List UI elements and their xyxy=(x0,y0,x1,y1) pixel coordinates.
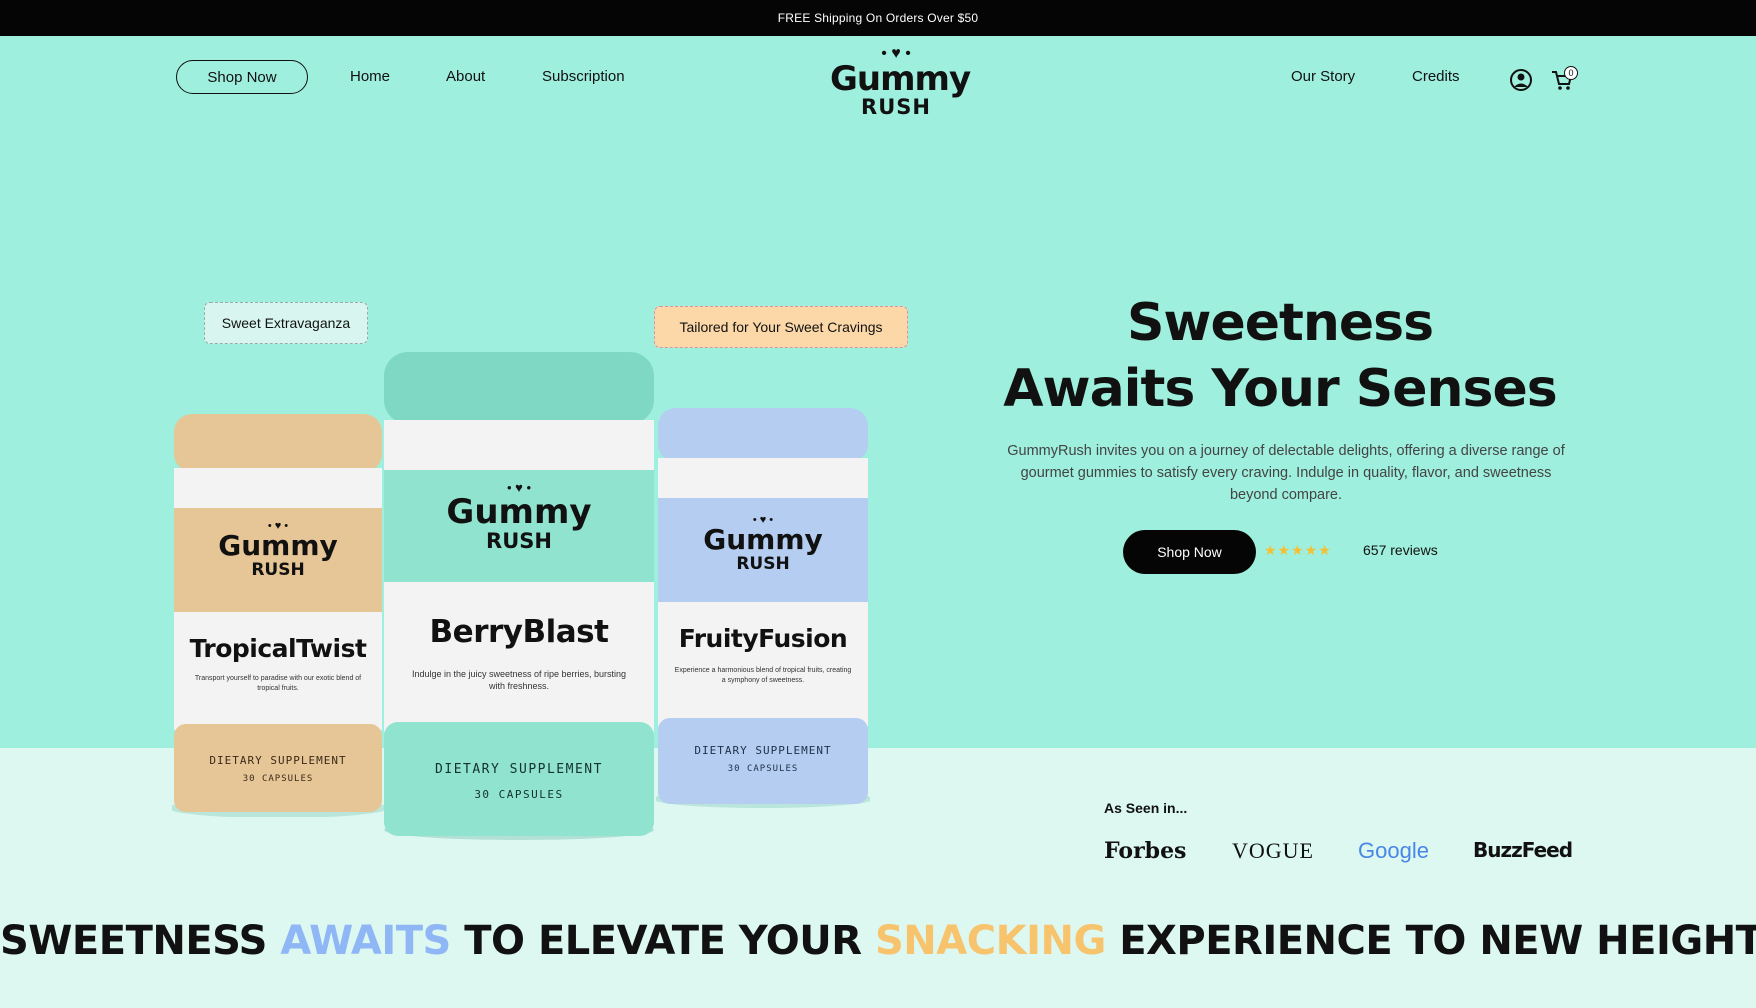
jar-product-desc: Experience a harmonious blend of tropica… xyxy=(674,667,852,684)
product-jar-berry-blast[interactable]: • ♥ • Gummy RUSH BerryBlast Indulge in t… xyxy=(382,350,656,840)
jar-supplement-label: DIETARY SUPPLEMENT xyxy=(209,754,347,767)
jar-logo-rush: RUSH xyxy=(736,554,790,574)
jar-supplement-label: DIETARY SUPPLEMENT xyxy=(694,744,832,757)
jar-logo-rush: RUSH xyxy=(251,560,305,580)
nav-link-about[interactable]: About xyxy=(446,68,485,85)
jar-capsules-label: 30 CAPSULES xyxy=(727,764,799,774)
tagline-part5: EXPERIENCE TO NEW HEIGHTS xyxy=(1105,918,1756,964)
cart-count-badge: 0 xyxy=(1564,66,1578,80)
tagline-snacking: SNACKING xyxy=(875,918,1106,964)
tagline-part1: SWEETNESS xyxy=(0,918,281,964)
jar-logo-gummy: Gummy xyxy=(446,492,592,532)
jar-logo-rush: RUSH xyxy=(486,529,552,553)
tagline-awaits: AWAITS xyxy=(280,918,451,964)
logo-word-gummy: Gummy xyxy=(830,59,971,99)
announcement-text: FREE Shipping On Orders Over $50 xyxy=(777,11,979,25)
google-logo: Google xyxy=(1358,838,1429,863)
forbes-logo: Forbes xyxy=(1104,838,1187,864)
hero-description: GummyRush invites you on a journey of de… xyxy=(1007,443,1565,503)
jar-product-desc: Indulge in the juicy sweetness of ripe b… xyxy=(411,669,627,691)
nav-link-credits[interactable]: Credits xyxy=(1412,68,1460,85)
jar-capsules-label: 30 CAPSULES xyxy=(474,788,564,801)
buzzfeed-logo: BuzzFeed xyxy=(1473,838,1573,862)
jar-logo: • ♥ • Gummy RUSH xyxy=(656,514,870,574)
navbar: Shop Now Home About Subscription • ♥ • G… xyxy=(0,36,1756,146)
product-jar-fruity-fusion[interactable]: • ♥ • Gummy RUSH FruityFusion Experience… xyxy=(653,406,873,808)
hero-title-line2: Awaits Your Senses xyxy=(1003,359,1557,419)
bottom-tagline: SWEETNESS AWAITS TO ELEVATE YOUR SNACKIN… xyxy=(0,918,1756,964)
rating-stars-icon: ★★★★★ xyxy=(1264,542,1332,558)
jar-logo-gummy: Gummy xyxy=(218,529,338,562)
hero-title: Sweetness Awaits Your Senses xyxy=(980,290,1580,422)
nav-link-our-story[interactable]: Our Story xyxy=(1291,68,1355,85)
product-jar-tropical-twist[interactable]: • ♥ • Gummy RUSH TropicalTwist Transport… xyxy=(168,412,388,818)
gummy-rush-logo[interactable]: • ♥ • Gummy RUSH xyxy=(830,46,971,124)
jar-product-desc: Transport yourself to paradise with our … xyxy=(194,675,362,692)
account-icon[interactable] xyxy=(1509,68,1533,92)
logo-word-rush: RUSH xyxy=(861,95,931,119)
jar-logo: • ♥ • Gummy RUSH xyxy=(382,480,656,553)
jar-product-name: TropicalTwist xyxy=(189,634,367,663)
jar-product-name: FruityFusion xyxy=(678,624,848,653)
nav-link-subscription[interactable]: Subscription xyxy=(542,68,625,85)
jar-logo: • ♥ • Gummy RUSH xyxy=(172,520,384,580)
jar-capsules-label: 30 CAPSULES xyxy=(242,774,314,784)
vogue-logo: VOGUE xyxy=(1232,838,1314,863)
jar-product-name: BerryBlast xyxy=(429,614,609,650)
reviews-count[interactable]: 657 reviews xyxy=(1363,542,1438,558)
hero-shop-now-button[interactable]: Shop Now xyxy=(1123,530,1256,574)
tagline-part3: TO ELEVATE YOUR xyxy=(450,918,875,964)
jar-supplement-label: DIETARY SUPPLEMENT xyxy=(435,762,603,777)
tag-sweet-extravaganza: Sweet Extravaganza xyxy=(204,302,368,344)
hero-title-line1: Sweetness xyxy=(1126,293,1434,353)
as-seen-in-heading: As Seen in... xyxy=(1104,800,1188,816)
nav-link-home[interactable]: Home xyxy=(350,68,390,85)
tag-tailored-cravings: Tailored for Your Sweet Cravings xyxy=(654,306,908,348)
jar-logo-gummy: Gummy xyxy=(703,523,823,556)
announcement-bar: FREE Shipping On Orders Over $50 xyxy=(0,0,1756,36)
nav-shop-now-button[interactable]: Shop Now xyxy=(176,60,308,94)
